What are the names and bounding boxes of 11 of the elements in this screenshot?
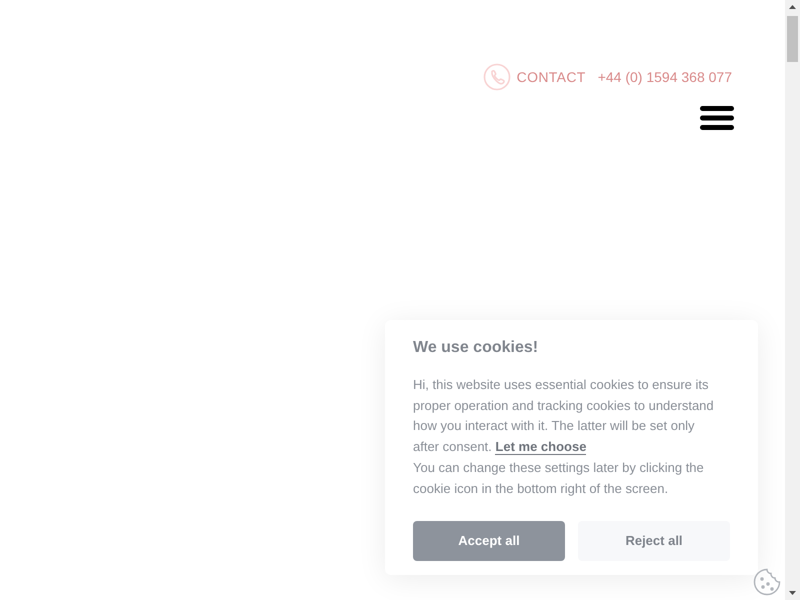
phone-number[interactable]: +44 (0) 1594 368 077 [598,66,732,88]
let-me-choose-link[interactable]: Let me choose [495,439,586,456]
dialog-title: We use cookies! [413,338,540,358]
phone-icon [482,63,511,91]
contact-link[interactable]: CONTACT [516,66,586,88]
scrollbar[interactable] [785,0,800,600]
reject-all-button[interactable]: Reject all [578,521,730,562]
accept-all-button[interactable]: Accept all [413,521,565,562]
menu-icon[interactable] [700,105,734,131]
cookie-description: Hi, this website uses essential cookies to ensure its proper operation and tracking cookies to understand how you interact with it. The latter will be set only after consent. Let me choose You can change these settings later by clicking the cookie icon in the bottom right of the screen. [413,376,715,498]
scrollbar-thumb[interactable] [787,16,798,62]
